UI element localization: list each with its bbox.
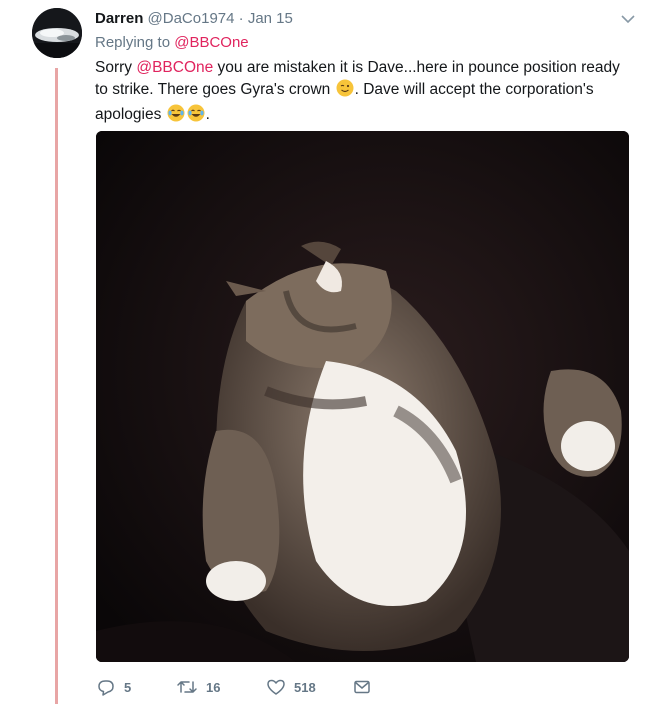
replying-handle-link[interactable]: @BBCOne [174, 34, 248, 51]
chevron-down-icon[interactable] [616, 7, 640, 31]
winking-face-emoji-icon [336, 79, 354, 104]
reply-action[interactable]: 5 [96, 676, 131, 698]
author-handle[interactable]: @DaCo1974 [148, 10, 235, 27]
retweet-action[interactable]: 16 [176, 676, 220, 698]
tweet-text-part1: Sorry [95, 59, 137, 76]
thread-line [55, 68, 58, 704]
tweet-date[interactable]: Jan 15 [248, 10, 293, 27]
replying-prefix: Replying to [95, 34, 171, 51]
author-name[interactable]: Darren [95, 10, 143, 27]
replying-to: Replying to @BBCOne [95, 33, 249, 53]
envelope-icon[interactable] [352, 677, 372, 697]
tweet-text: Sorry @BBCOne you are mistaken it is Dav… [95, 57, 630, 129]
heart-icon[interactable] [266, 677, 286, 697]
like-count: 518 [294, 679, 316, 695]
tears-of-joy-emoji-icon [167, 104, 185, 129]
like-action[interactable]: 518 [266, 676, 316, 698]
reply-count: 5 [124, 679, 132, 695]
tears-of-joy-emoji-icon [187, 104, 205, 129]
reply-icon[interactable] [96, 677, 116, 697]
avatar[interactable] [32, 8, 82, 58]
retweet-icon[interactable] [176, 677, 198, 697]
header-separator: · [238, 10, 244, 27]
tweet-photo[interactable] [96, 131, 629, 662]
message-action[interactable] [352, 676, 372, 698]
tweet-header: Darren @DaCo1974 · Jan 15 [95, 9, 640, 29]
retweet-count: 16 [206, 679, 221, 695]
cat-photo-image [96, 131, 629, 662]
mention-link[interactable]: @BBCOne [136, 59, 213, 76]
tweet-text-part4: . [205, 106, 210, 123]
avatar-image [32, 8, 82, 58]
